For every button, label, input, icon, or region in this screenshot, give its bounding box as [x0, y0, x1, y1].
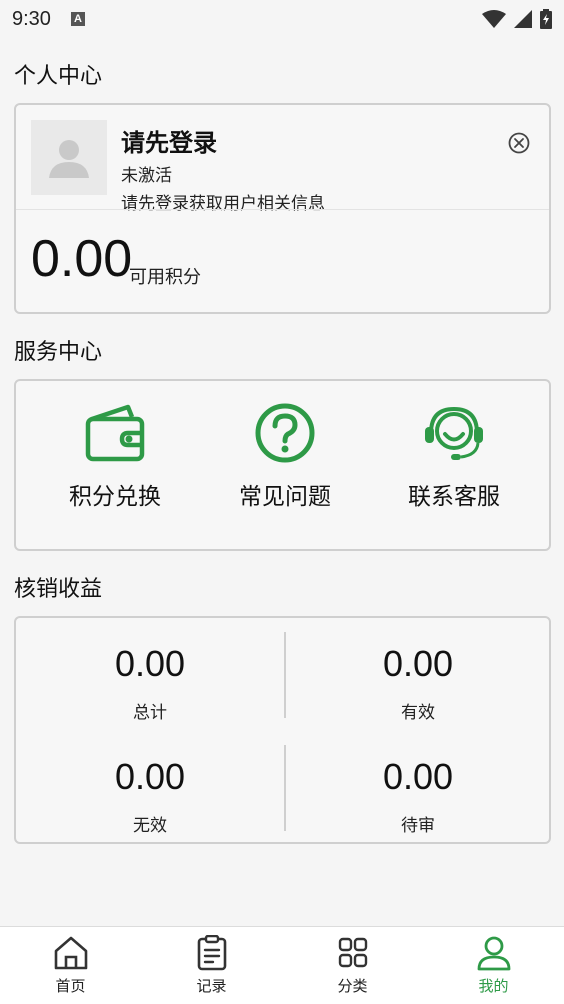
stat-invalid: 0.00 无效 [16, 756, 284, 837]
nav-label: 首页 [55, 977, 86, 995]
services-card: 积分兑换 常见问题 联系客服 [14, 379, 551, 551]
avatar[interactable] [31, 120, 107, 195]
wallet-icon [85, 404, 145, 462]
stat-value: 0.00 [382, 756, 454, 797]
points-label: 可用积分 [129, 267, 201, 288]
stat-divider [284, 632, 286, 718]
earnings-card: 0.00 总计 0.00 有效 0.00 无效 0.00 待审 [14, 616, 551, 844]
status-time: 9:30 [12, 7, 51, 30]
avatar-placeholder-icon [49, 139, 89, 178]
points-value: 0.00 [31, 230, 133, 288]
nav-item-records[interactable]: 记录 [141, 927, 282, 1004]
service-contact-support[interactable]: 联系客服 [369, 403, 539, 511]
clipboard-icon [197, 935, 226, 971]
stat-pending: 0.00 待审 [284, 756, 552, 837]
login-hint: 请先登录获取用户相关信息 [121, 194, 325, 214]
profile-divider [16, 209, 549, 210]
nav-label: 分类 [337, 977, 368, 995]
services-section-title: 服务中心 [14, 340, 103, 365]
bottom-nav: 首页 记录 分类 我的 [0, 926, 564, 1004]
service-label: 常见问题 [239, 484, 331, 510]
user-icon [477, 936, 510, 971]
home-icon [54, 936, 87, 970]
earnings-section-title: 核销收益 [14, 577, 103, 602]
stat-label: 无效 [133, 816, 167, 836]
customer-service-icon [425, 406, 483, 460]
stat-value: 0.00 [114, 756, 186, 797]
stat-label: 总计 [133, 703, 167, 723]
service-label: 联系客服 [408, 484, 500, 510]
battery-icon [540, 9, 552, 29]
stat-label: 有效 [401, 703, 435, 723]
stat-value: 0.00 [382, 643, 454, 684]
account-status: 未激活 [121, 166, 172, 186]
stat-total: 0.00 总计 [16, 643, 284, 724]
stat-valid: 0.00 有效 [284, 643, 552, 724]
close-icon[interactable] [507, 131, 531, 155]
service-label: 积分兑换 [69, 484, 161, 510]
nav-label: 记录 [196, 977, 227, 995]
profile-card[interactable]: 请先登录 未激活 请先登录获取用户相关信息 0.00 可用积分 [14, 103, 551, 314]
profile-section-title: 个人中心 [14, 64, 103, 89]
login-title[interactable]: 请先登录 [121, 123, 217, 158]
nav-item-category[interactable]: 分类 [282, 927, 423, 1004]
status-icons [482, 9, 552, 29]
status-bar: 9:30 A [0, 0, 564, 38]
category-icon [338, 937, 367, 968]
stat-label: 待审 [401, 816, 435, 836]
stat-divider [284, 745, 286, 831]
service-faq[interactable]: 常见问题 [200, 403, 370, 511]
signal-icon [514, 10, 532, 28]
stat-value: 0.00 [114, 643, 186, 684]
nav-item-home[interactable]: 首页 [0, 927, 141, 1004]
service-points-exchange[interactable]: 积分兑换 [30, 403, 200, 511]
wifi-icon [482, 10, 506, 28]
nav-item-mine[interactable]: 我的 [423, 927, 564, 1004]
nav-label: 我的 [478, 977, 509, 995]
question-icon [255, 403, 315, 463]
notification-a-icon: A [70, 12, 85, 26]
